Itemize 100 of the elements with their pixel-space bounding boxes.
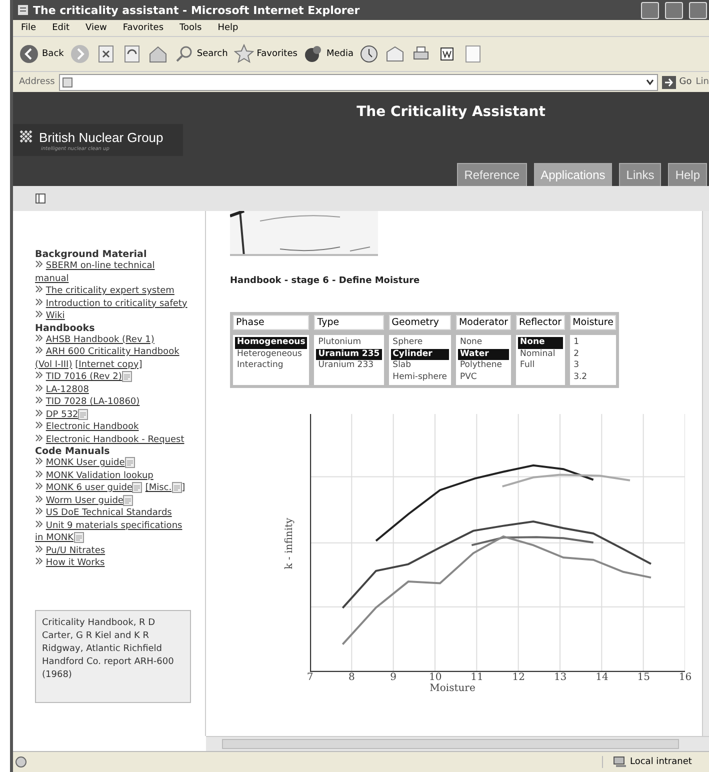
tick-label: 7 (306, 672, 314, 683)
address-field[interactable] (58, 74, 658, 90)
bullet-icon (35, 408, 43, 416)
links-label[interactable]: Lin (696, 77, 709, 87)
horizontal-scrollbar[interactable] (206, 736, 709, 751)
menu-item[interactable]: File (19, 23, 38, 33)
favorites-button[interactable]: Favorites (234, 44, 298, 64)
panel-icon[interactable] (35, 193, 46, 204)
menu-item[interactable]: View (84, 23, 109, 33)
bullet-icon (35, 346, 43, 354)
option-list[interactable]: None Water Polythene PVC (456, 335, 512, 385)
refresh-icon[interactable] (122, 44, 142, 64)
sidebar-link[interactable]: ARH 600 Criticality Handbook (Vol I-III) [Internet copy] (35, 346, 205, 371)
computer-icon (613, 756, 627, 768)
menu-item[interactable]: Favorites (120, 23, 166, 33)
sidebar-link[interactable]: Pu/U Nitrates (35, 544, 205, 557)
sidebar-link[interactable]: US DoE Technical Standards (35, 507, 205, 520)
sidebar-link[interactable]: MONK 6 user guide [Misc. ] (35, 482, 205, 494)
axis-title: Moisture (430, 683, 476, 694)
sidebar-link[interactable]: Unit 9 materials specifications in MONK (35, 520, 205, 544)
back-button[interactable]: Back (19, 44, 64, 64)
minimize-button[interactable] (641, 2, 659, 18)
list-option[interactable]: Uranium 235 (316, 348, 382, 360)
section-heading: Code Manuals (35, 446, 111, 457)
sidebar-link[interactable]: MONK Validation lookup (35, 470, 205, 482)
section-heading: Handbooks (35, 322, 96, 334)
bullet-icon (35, 396, 43, 404)
bullet-icon (35, 371, 43, 379)
sidebar-link[interactable]: SBERM on-line technical manual (35, 260, 205, 285)
stop-icon[interactable] (96, 44, 116, 64)
section-heading: Background Material (35, 249, 148, 260)
bullet-icon (35, 298, 43, 306)
sidebar-link[interactable]: TID 7028 (LA-10860) (35, 396, 205, 408)
bullet-icon (35, 520, 43, 528)
sidebar-link[interactable]: LA-12808 (35, 384, 205, 396)
option-list[interactable]: None Nominal Full (516, 335, 565, 385)
browser-icon (17, 4, 29, 16)
list-option[interactable]: Polythene (458, 360, 510, 372)
option-list[interactable]: 1 2 3 3.2 (570, 335, 616, 385)
column-header: Moisture (570, 315, 616, 330)
home-icon[interactable] (148, 44, 168, 64)
tick-label: 12 (512, 672, 524, 683)
history-icon[interactable] (359, 44, 380, 64)
search-button[interactable]: Search (174, 44, 228, 64)
page-icon (62, 76, 73, 88)
close-button[interactable] (689, 2, 707, 18)
sidebar-link[interactable]: The criticality expert system (35, 285, 205, 298)
option-list[interactable]: Plutonium Uranium 235 Uranium 233 (314, 335, 384, 385)
bullet-icon (35, 544, 43, 552)
sidebar-link[interactable]: TID 7016 (Rev 2) (35, 371, 205, 384)
note-icon[interactable] (463, 44, 484, 64)
bullet-icon (35, 457, 43, 465)
menu-item[interactable]: Help (216, 23, 240, 33)
menu-item[interactable]: Tools (178, 23, 204, 33)
list-option[interactable]: Water (458, 348, 510, 360)
list-option[interactable]: 3 (572, 360, 614, 372)
sidebar-link[interactable]: Wiki (35, 310, 205, 322)
list-option[interactable]: Heterogeneous (235, 348, 308, 360)
tick-label: 8 (347, 672, 356, 683)
sidebar-link[interactable]: MONK User guide (35, 457, 205, 470)
option-list[interactable]: Homogeneous Heterogeneous Interacting (233, 335, 310, 385)
page-icon (15, 756, 27, 768)
sidebar-link[interactable]: Worm User guide (35, 494, 205, 507)
maximize-button[interactable] (665, 2, 683, 18)
list-option[interactable]: Cylinder (390, 348, 449, 360)
sidebar-link[interactable]: Electronic Handbook - Request (35, 434, 205, 446)
list-option[interactable]: Plutonium (316, 337, 382, 348)
sidebar-link[interactable]: AHSB Handbook (Rev 1) (35, 334, 205, 346)
bullet-icon (35, 494, 43, 502)
sidebar-link[interactable]: Introduction to criticality safety (35, 298, 205, 310)
list-option[interactable]: Full (518, 360, 563, 372)
list-option[interactable]: Interacting (235, 360, 308, 372)
list-option[interactable]: 1 (572, 337, 614, 348)
option-list[interactable]: Sphere Cylinder Slab Hemi-sphere (388, 335, 451, 385)
list-option[interactable]: Slab (390, 360, 449, 372)
sidebar-link[interactable]: DP 532 (35, 408, 205, 421)
list-option[interactable]: Nominal (518, 348, 563, 360)
list-option[interactable]: Hemi-sphere (390, 372, 449, 383)
list-option[interactable]: Uranium 233 (316, 360, 382, 372)
tick-label: 10 (428, 672, 441, 683)
site-title: The Criticality Assistant (356, 104, 546, 120)
list-option[interactable]: None (458, 337, 510, 348)
go-button[interactable]: Go (662, 76, 692, 88)
list-option[interactable]: PVC (458, 372, 510, 383)
menu-item[interactable]: Edit (50, 23, 72, 33)
vertical-scrollbar[interactable] (702, 211, 709, 736)
sidebar-link[interactable]: How it Works (35, 557, 205, 570)
list-option[interactable]: Sphere (390, 337, 449, 348)
tick-label: 15 (637, 672, 650, 683)
tick-label: 14 (596, 672, 608, 683)
stage-heading: Handbook - stage 6 - Define Moisture (230, 276, 421, 286)
list-option[interactable]: 3.2 (572, 372, 614, 383)
bullet-icon (35, 384, 43, 392)
sidebar-link[interactable]: Electronic Handbook (35, 421, 205, 434)
list-option[interactable]: 2 (572, 348, 614, 360)
list-option[interactable]: Homogeneous (235, 337, 308, 348)
media-button[interactable]: Media (303, 44, 354, 64)
tick-label: 13 (554, 672, 566, 683)
list-option[interactable]: None (518, 337, 563, 348)
tick-label: 11 (470, 672, 483, 683)
